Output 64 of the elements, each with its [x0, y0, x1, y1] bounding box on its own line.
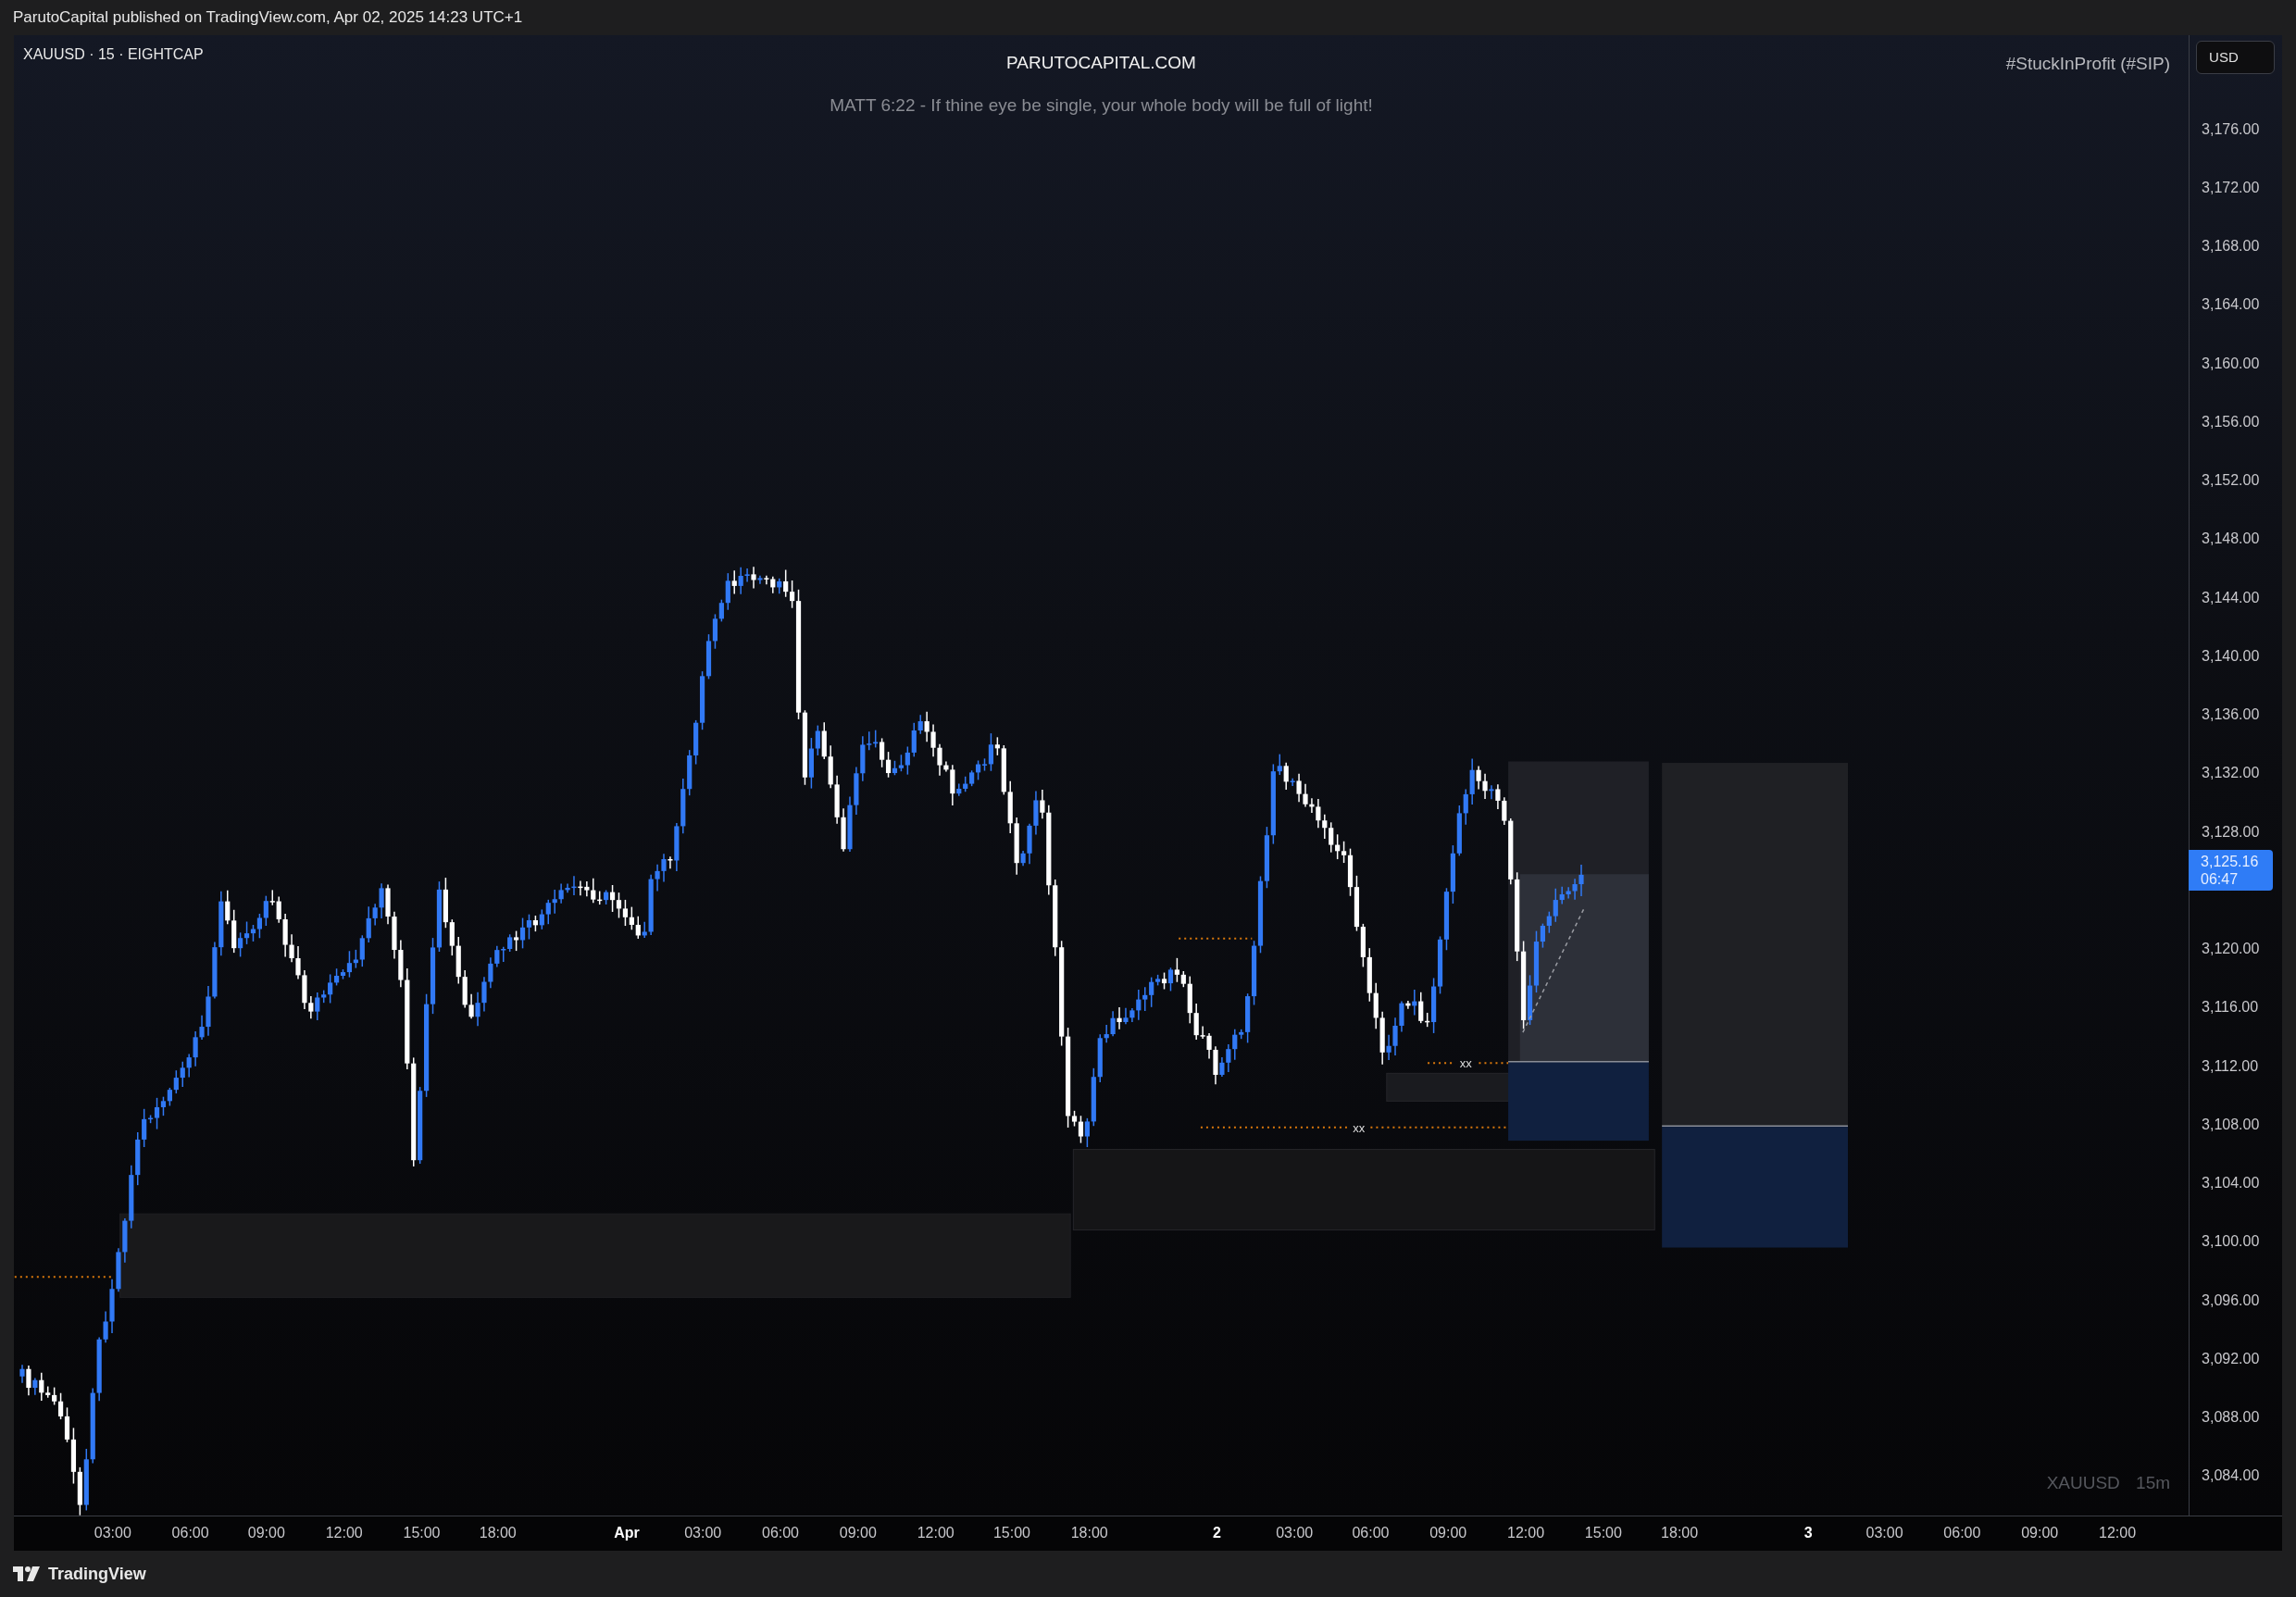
- price-label: 3,096.00: [2201, 1291, 2261, 1310]
- time-label: 03:00: [1276, 1524, 1314, 1541]
- time-label: 09:00: [2021, 1524, 2059, 1541]
- price-label: 3,116.00: [2201, 998, 2260, 1017]
- time-label: 09:00: [247, 1524, 285, 1541]
- price-label: 3,128.00: [2201, 822, 2261, 842]
- price-label: 3,168.00: [2201, 237, 2261, 256]
- price-label: 3,112.00: [2201, 1056, 2260, 1076]
- price-label: 3,140.00: [2201, 646, 2261, 666]
- price-label: 3,136.00: [2201, 705, 2261, 725]
- brand-name: TradingView: [48, 1564, 146, 1584]
- marker-label: xx: [1459, 1055, 1472, 1070]
- marker-label: xx: [1353, 1120, 1366, 1135]
- price-label: 3,164.00: [2201, 295, 2261, 315]
- last-price: 3,125.16: [2201, 852, 2260, 870]
- bar-countdown: 06:47: [2201, 869, 2240, 888]
- price-label: 3,120.00: [2201, 940, 2261, 959]
- date-label: 3: [1803, 1524, 1813, 1541]
- date-label: 2: [1212, 1524, 1221, 1541]
- time-label: 06:00: [1352, 1524, 1390, 1541]
- position-tool[interactable]: [1507, 761, 1650, 1141]
- level-line: [1478, 1061, 1510, 1064]
- chart-subtitle: MATT 6:22 - If thine eye be single, your whole body will be full of light!: [830, 94, 1373, 116]
- time-label: 18:00: [479, 1524, 517, 1541]
- time-label: 09:00: [839, 1524, 877, 1541]
- time-label: 18:00: [1661, 1524, 1699, 1541]
- time-label: 12:00: [2099, 1524, 2137, 1541]
- price-label: 3,104.00: [2201, 1174, 2261, 1193]
- price-label: 3,100.00: [2201, 1232, 2261, 1252]
- level-line: [1427, 1061, 1454, 1064]
- hashtag-text: #StuckInProfit (#SIP): [2005, 53, 2171, 74]
- time-label: 12:00: [325, 1524, 363, 1541]
- time-label: 06:00: [1943, 1524, 1981, 1541]
- symbol-watermark: XAUUSD 15m: [2046, 1472, 2171, 1493]
- time-label: 15:00: [403, 1524, 441, 1541]
- time-label: 12:00: [1507, 1524, 1545, 1541]
- time-label: 09:00: [1429, 1524, 1467, 1541]
- price-label: 3,152.00: [2201, 471, 2261, 491]
- price-label: 3,148.00: [2201, 530, 2261, 549]
- time-label: 15:00: [992, 1524, 1030, 1541]
- price-label: 3,108.00: [2201, 1115, 2261, 1134]
- price-label: 3,088.00: [2201, 1408, 2261, 1428]
- time-label: 18:00: [1070, 1524, 1108, 1541]
- price-label: 3,092.00: [2201, 1349, 2261, 1368]
- time-label: 03:00: [1866, 1524, 1903, 1541]
- time-label: 03:00: [684, 1524, 722, 1541]
- price-label: 3,084.00: [2201, 1466, 2261, 1486]
- logo-icon: [13, 1566, 41, 1582]
- price-label: 3,156.00: [2201, 412, 2261, 431]
- time-label: 15:00: [1584, 1524, 1622, 1541]
- price-label: 3,132.00: [2201, 764, 2261, 783]
- publish-info: ParutoCapital published on TradingView.com, Apr 02, 2025 14:23 UTC+1: [13, 7, 523, 27]
- time-label: 06:00: [762, 1524, 799, 1541]
- date-label: Apr: [614, 1524, 640, 1541]
- symbol-legend[interactable]: XAUUSD · 15 · EIGHTCAP: [23, 45, 204, 63]
- time-label: 03:00: [94, 1524, 131, 1541]
- price-label: 3,176.00: [2201, 119, 2261, 139]
- currency-button[interactable]: USD: [2196, 40, 2275, 74]
- price-label: 3,172.00: [2201, 178, 2261, 197]
- time-label: 12:00: [917, 1524, 955, 1541]
- chart-title: PARUTOCAPITAL.COM: [1006, 52, 1196, 73]
- time-label: 06:00: [171, 1524, 209, 1541]
- price-label: 3,144.00: [2201, 588, 2261, 607]
- price-label: 3,160.00: [2201, 354, 2261, 373]
